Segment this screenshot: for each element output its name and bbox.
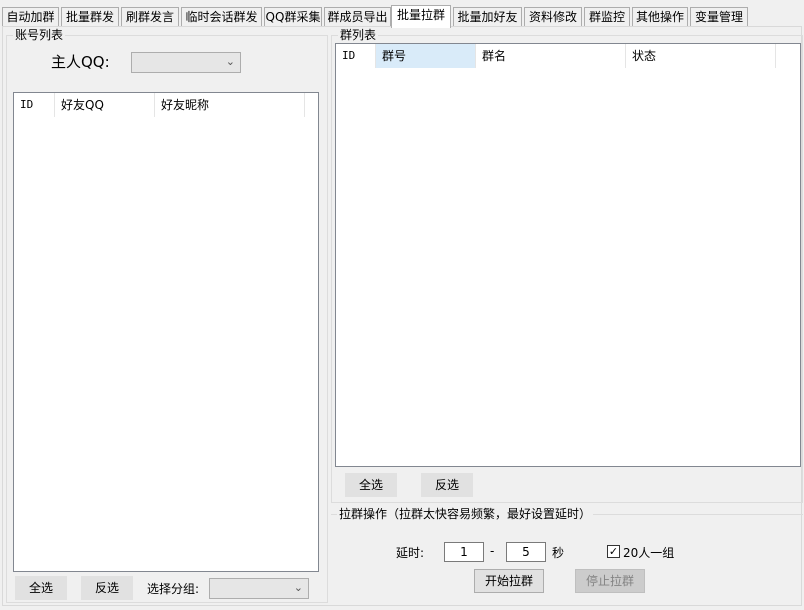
group-select-label: 选择分组: [147,582,200,596]
tab-batch-send[interactable]: 批量群发 [61,7,119,27]
tab-strip: 自动加群 批量群发 刷群发言 临时会话群发 QQ群采集 群成员导出 批量拉群 批… [2,5,802,28]
tab-batch-add-friend[interactable]: 批量加好友 [453,7,522,27]
group20-checkbox[interactable]: ✓ [607,545,620,558]
tab-auto-join[interactable]: 自动加群 [2,7,59,27]
delay-dash: - [490,544,495,558]
col-group-name[interactable]: 群名 [476,44,626,68]
tab-content: 账号列表 主人QQ: ⌄ ID 好友QQ 好友昵称 全选 反选 选择分组: ⌄ … [2,26,803,606]
delay-min-input[interactable]: 1 [444,542,484,562]
tab-group-monitor[interactable]: 群监控 [584,7,630,27]
group-list-header: ID 群号 群名 状态 [336,44,800,68]
col-status[interactable]: 状态 [626,44,776,68]
col-friend-nickname[interactable]: 好友昵称 [155,93,305,117]
group-list[interactable]: ID 群号 群名 状态 [335,43,801,467]
stop-pull-button[interactable]: 停止拉群 [575,569,645,593]
pull-operation-title: 拉群操作（拉群太快容易频繁，最好设置延时） [337,507,594,521]
col-friend-qq[interactable]: 好友QQ [55,93,155,117]
tab-member-export[interactable]: 群成员导出 [324,7,391,27]
chevron-down-icon: ⌄ [293,581,303,594]
friend-list[interactable]: ID 好友QQ 好友昵称 [13,92,319,572]
col-id[interactable]: ID [14,93,55,117]
tab-group-collect[interactable]: QQ群采集 [264,7,322,27]
tab-profile-edit[interactable]: 资料修改 [524,7,582,27]
friend-list-header: ID 好友QQ 好友昵称 [14,93,318,117]
tab-group-spam[interactable]: 刷群发言 [121,7,179,27]
account-list-title: 账号列表 [13,28,66,42]
owner-qq-select[interactable]: ⌄ [131,52,241,73]
group20-label: 20人一组 [623,546,675,560]
checkmark-icon: ✓ [608,545,619,558]
friend-group-select[interactable]: ⌄ [209,578,309,599]
delay-max-input[interactable]: 5 [506,542,546,562]
group-invert-button[interactable]: 反选 [421,473,473,497]
group-list-title: 群列表 [338,28,379,42]
group-select-all-button[interactable]: 全选 [345,473,397,497]
owner-qq-label: 主人QQ: [51,53,110,71]
col-group-number[interactable]: 群号 [376,44,476,68]
chevron-down-icon: ⌄ [225,55,235,68]
tab-variable-mgmt[interactable]: 变量管理 [690,7,748,27]
friend-select-all-button[interactable]: 全选 [15,576,67,600]
tab-other-ops[interactable]: 其他操作 [632,7,688,27]
col-id[interactable]: ID [336,44,376,68]
start-pull-button[interactable]: 开始拉群 [474,569,544,593]
delay-unit: 秒 [552,546,565,560]
friend-invert-button[interactable]: 反选 [81,576,133,600]
tab-batch-pull[interactable]: 批量拉群 [391,5,451,28]
delay-label: 延时: [396,546,425,560]
tab-temp-chat-send[interactable]: 临时会话群发 [181,7,262,27]
